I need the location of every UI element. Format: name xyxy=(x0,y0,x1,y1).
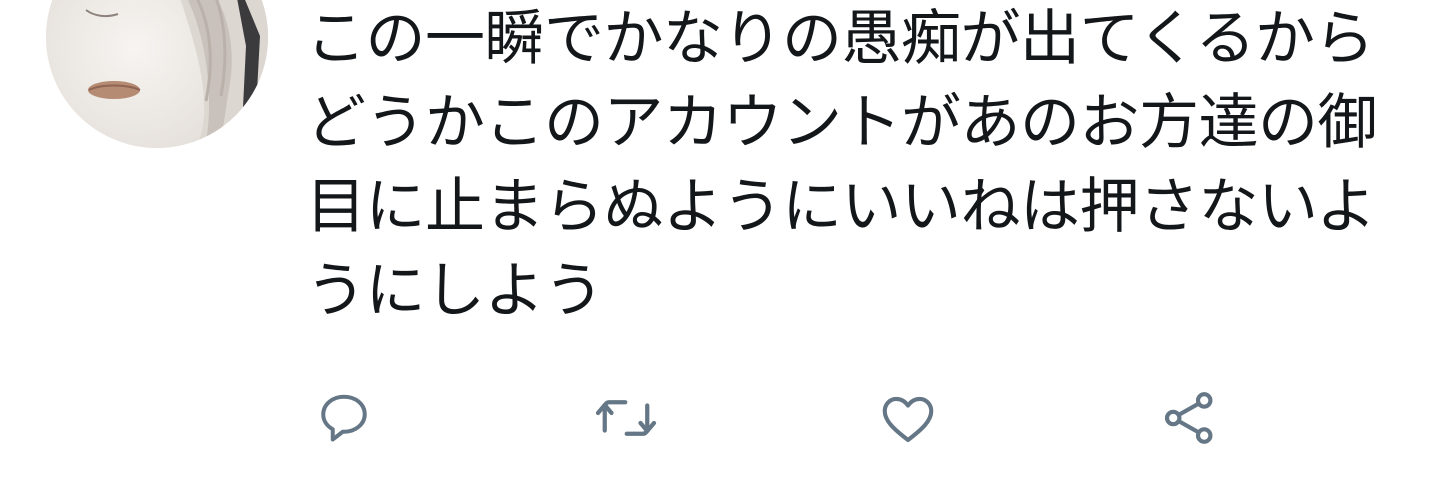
retweet-icon xyxy=(595,400,657,436)
heart-icon xyxy=(882,396,934,443)
share-icon xyxy=(1164,392,1213,444)
avatar[interactable] xyxy=(46,0,268,148)
avatar-image xyxy=(46,0,268,148)
reply-button[interactable] xyxy=(308,382,380,454)
share-button[interactable] xyxy=(1154,382,1226,454)
tweet-text: この一瞬でかなりの愚痴が出てくるから どうかこのアカウントがあのお方達の御 目に… xyxy=(306,4,1378,326)
like-button[interactable] xyxy=(872,382,944,454)
reply-icon xyxy=(321,394,367,442)
retweet-button[interactable] xyxy=(590,382,662,454)
tweet-card: この一瞬でかなりの愚痴が出てくるから どうかこのアカウントがあのお方達の御 目に… xyxy=(0,0,1440,496)
